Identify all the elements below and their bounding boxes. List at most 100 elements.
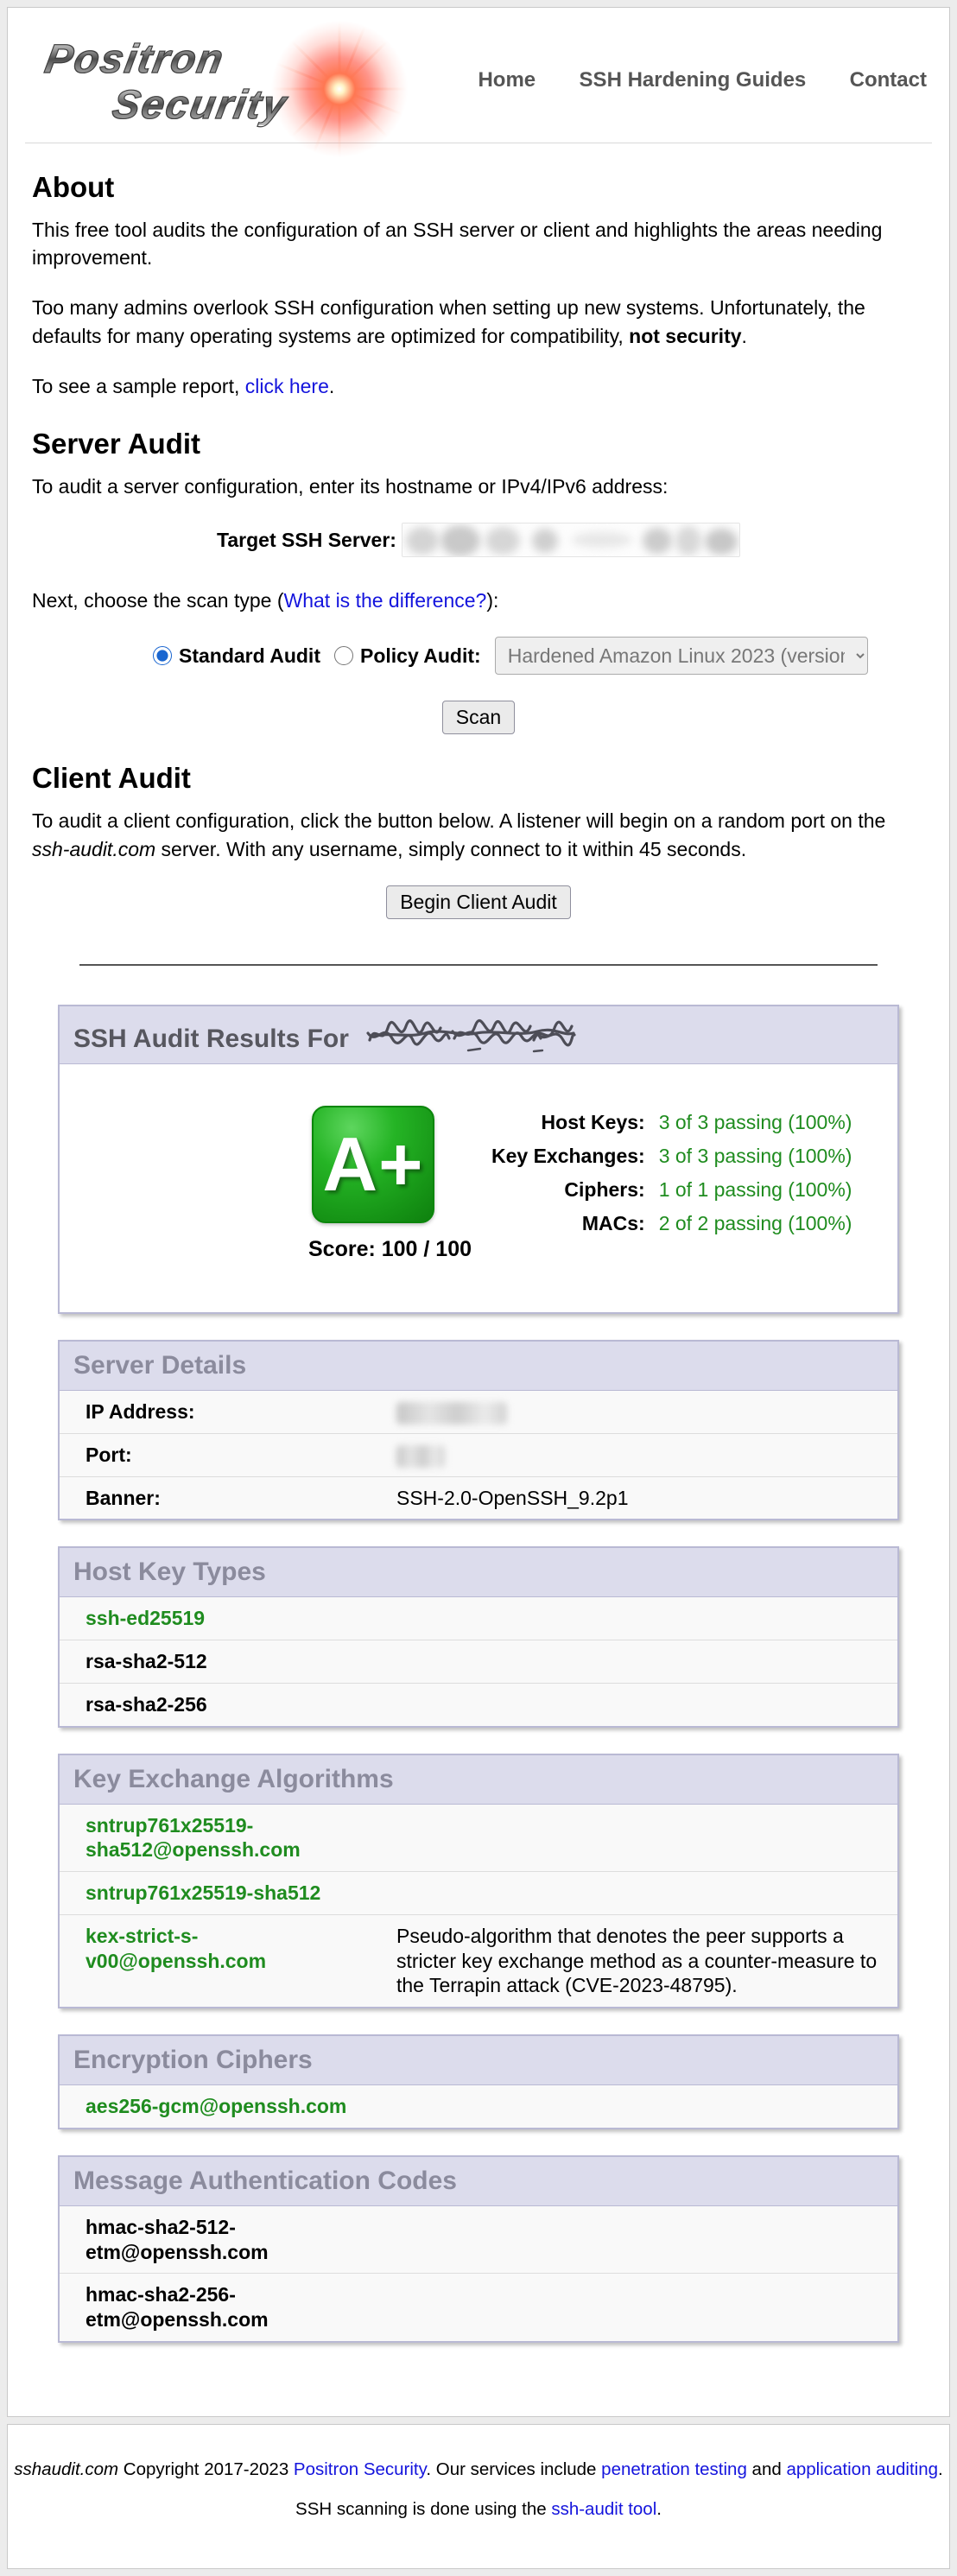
server-details-table: IP Address: Port: Banner: SSH-2.0-OpenSS… — [60, 1391, 897, 1520]
banner-label: Banner: — [60, 1476, 371, 1519]
policy-audit-radio[interactable] — [334, 646, 353, 665]
sample-report-link[interactable]: click here — [245, 375, 329, 397]
footer-domain: sshaudit.com — [14, 2459, 118, 2479]
scan-type-options: Standard Audit Policy Audit: Hardened Am… — [153, 637, 925, 675]
standard-audit-radio[interactable] — [153, 646, 172, 665]
table-row: hmac-sha2-256-etm@openssh.com — [60, 2274, 897, 2341]
host-key-name: rsa-sha2-256 — [60, 1683, 371, 1725]
footer-link-positron-security[interactable]: Positron Security — [294, 2459, 426, 2479]
starburst-flare-icon — [270, 20, 409, 158]
policy-select[interactable]: Hardened Amazon Linux 2023 (version 1) — [495, 637, 868, 675]
encryption-ciphers-header: Encryption Ciphers — [60, 2036, 897, 2085]
footer-text: SSH scanning is done using the — [295, 2499, 551, 2519]
grade-letter: A+ — [323, 1120, 424, 1209]
host-key-name: ssh-ed25519 — [60, 1597, 371, 1640]
table-row: aes256-gcm@openssh.com — [60, 2085, 897, 2128]
scan-button[interactable]: Scan — [442, 701, 515, 734]
scan-type-post: ): — [486, 589, 498, 612]
server-audit-heading: Server Audit — [32, 428, 925, 460]
footer-link-application-auditing[interactable]: application auditing — [786, 2459, 938, 2479]
logo-word-positron: Positron — [42, 37, 291, 79]
footer-link-ssh-audit-tool[interactable]: ssh-audit tool — [551, 2499, 656, 2519]
results-title: SSH Audit Results For — [73, 1025, 349, 1053]
table-row: Port: — [60, 1433, 897, 1476]
kex-note — [371, 1805, 897, 1872]
stat-value: 2 of 2 passing (100%) — [659, 1207, 852, 1240]
table-row: kex-strict-s-v00@openssh.com Pseudo-algo… — [60, 1914, 897, 2007]
table-row: rsa-sha2-512 — [60, 1640, 897, 1684]
host-key-types-table: ssh-ed25519 rsa-sha2-512 rsa-sha2-256 — [60, 1597, 897, 1725]
table-row: ssh-ed25519 — [60, 1597, 897, 1640]
port-label: Port: — [60, 1433, 371, 1476]
about-p2-post: . — [742, 325, 747, 347]
results-divider — [79, 964, 878, 966]
positron-security-logo: Positron Security — [30, 27, 393, 132]
about-paragraph-3: To see a sample report, click here. — [32, 372, 925, 400]
footer-line-2: SSH scanning is done using the ssh-audit… — [8, 2499, 949, 2520]
results-body: A+ Score: 100 / 100 Host Keys: 3 of 3 pa… — [60, 1064, 897, 1312]
about-paragraph-1: This free tool audits the configuration … — [32, 216, 925, 271]
kex-name: sntrup761x25519-sha512@openssh.com — [60, 1805, 371, 1872]
sample-report-text: To see a sample report, — [32, 375, 245, 397]
key-exchange-header: Key Exchange Algorithms — [60, 1755, 897, 1805]
footer-text: and — [747, 2459, 787, 2479]
table-row: hmac-sha2-512-etm@openssh.com — [60, 2206, 897, 2274]
host-key-name: rsa-sha2-512 — [60, 1640, 371, 1684]
footer-text: . — [938, 2459, 943, 2479]
site-header: Positron Security Home SSH Hardening Gui… — [25, 22, 932, 132]
table-row: sntrup761x25519-sha512 — [60, 1872, 897, 1915]
redacted-hostname-scribble — [364, 1016, 576, 1054]
server-details-header: Server Details — [60, 1342, 897, 1391]
results-panel: SSH Audit Results For — [58, 1005, 899, 1314]
table-row: Banner: SSH-2.0-OpenSSH_9.2p1 — [60, 1476, 897, 1519]
redacted-port-value — [396, 1445, 445, 1468]
policy-audit-label: Policy Audit: — [360, 644, 481, 668]
target-server-label: Target SSH Server: — [217, 529, 396, 552]
kex-note — [371, 1872, 897, 1915]
score-text: Score: 100 / 100 — [308, 1237, 438, 1262]
scan-button-row: Scan — [32, 701, 925, 734]
footer-text: . Our services include — [426, 2459, 601, 2479]
target-server-row: Target SSH Server: — [32, 523, 925, 557]
client-audit-text: To audit a client configuration, click t… — [32, 809, 885, 832]
footer-text: . — [656, 2499, 662, 2519]
grade-column: A+ Score: 100 / 100 — [308, 1106, 438, 1262]
key-exchange-table: sntrup761x25519-sha512@openssh.com sntru… — [60, 1805, 897, 2008]
stat-label: Key Exchanges: — [491, 1139, 659, 1173]
main-content: Positron Security Home SSH Hardening Gui… — [7, 7, 950, 2417]
stat-label: MACs: — [491, 1207, 659, 1240]
logo-word-security: Security — [110, 83, 291, 125]
nav-contact[interactable]: Contact — [850, 68, 927, 92]
nav-home[interactable]: Home — [478, 68, 536, 92]
kex-note: Pseudo-algorithm that denotes the peer s… — [371, 1914, 897, 2007]
client-audit-post: server. With any username, simply connec… — [155, 838, 746, 860]
stat-row-host-keys: Host Keys: 3 of 3 passing (100%) — [491, 1106, 852, 1139]
begin-client-audit-button[interactable]: Begin Client Audit — [386, 885, 571, 919]
macs-panel: Message Authentication Codes hmac-sha2-5… — [58, 2155, 899, 2343]
table-row: sntrup761x25519-sha512@openssh.com — [60, 1805, 897, 1872]
macs-table: hmac-sha2-512-etm@openssh.com hmac-sha2-… — [60, 2206, 897, 2341]
scan-type-difference-link[interactable]: What is the difference? — [284, 589, 487, 612]
client-audit-paragraph: To audit a client configuration, click t… — [32, 807, 925, 862]
macs-header: Message Authentication Codes — [60, 2157, 897, 2206]
footer-line-1: sshaudit.com Copyright 2017-2023 Positro… — [8, 2459, 949, 2480]
stat-row-macs: MACs: 2 of 2 passing (100%) — [491, 1207, 852, 1240]
ip-address-label: IP Address: — [60, 1391, 371, 1433]
banner-value: SSH-2.0-OpenSSH_9.2p1 — [371, 1476, 897, 1519]
standard-audit-label: Standard Audit — [179, 644, 320, 668]
main-nav: Home SSH Hardening Guides Contact — [440, 27, 927, 92]
encryption-ciphers-table: aes256-gcm@openssh.com — [60, 2085, 897, 2128]
table-row: rsa-sha2-256 — [60, 1683, 897, 1725]
target-server-input[interactable] — [402, 523, 740, 557]
nav-ssh-hardening-guides[interactable]: SSH Hardening Guides — [580, 68, 807, 92]
results-stats: Host Keys: 3 of 3 passing (100%) Key Exc… — [491, 1106, 852, 1240]
stat-label: Ciphers: — [491, 1173, 659, 1207]
results-panel-header: SSH Audit Results For — [60, 1006, 897, 1064]
stat-row-ciphers: Ciphers: 1 of 1 passing (100%) — [491, 1173, 852, 1207]
mac-name: hmac-sha2-512-etm@openssh.com — [60, 2206, 371, 2274]
footer-link-penetration-testing[interactable]: penetration testing — [601, 2459, 747, 2479]
host-key-types-header: Host Key Types — [60, 1548, 897, 1597]
stat-row-key-exchanges: Key Exchanges: 3 of 3 passing (100%) — [491, 1139, 852, 1173]
about-heading: About — [32, 171, 925, 204]
sample-report-post: . — [329, 375, 334, 397]
